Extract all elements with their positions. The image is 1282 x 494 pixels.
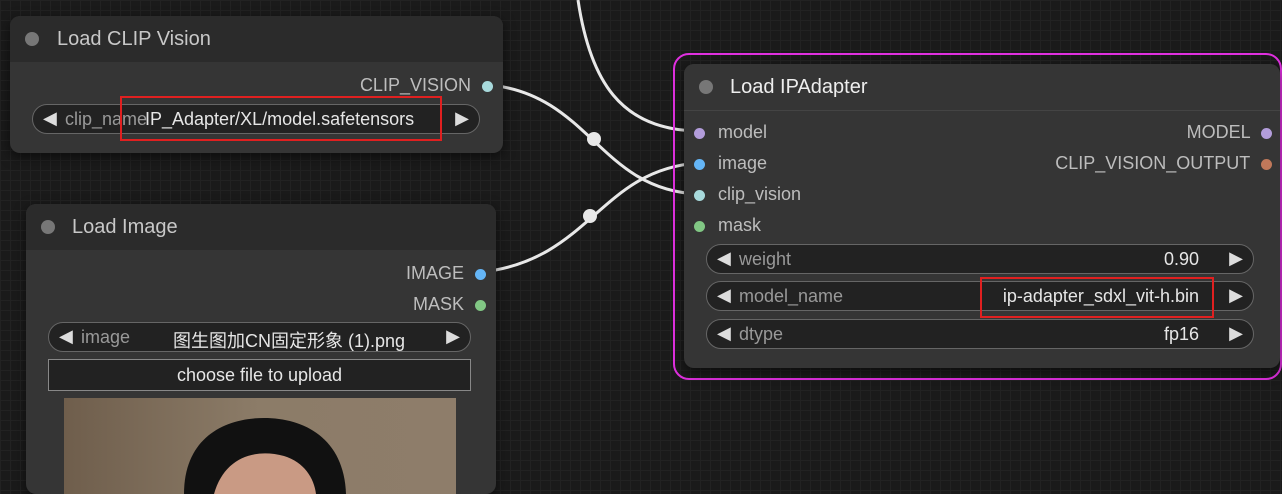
output-dot-icon[interactable] <box>475 299 486 311</box>
widget-value: 0.90 <box>1163 249 1199 269</box>
right-arrow-icon[interactable]: ▶ <box>1229 285 1243 306</box>
output-label: IMAGE <box>405 263 464 283</box>
load-ipadapter-node[interactable]: Load IPAdapter model image clip_vision m… <box>684 64 1280 368</box>
left-arrow-icon[interactable]: ◀ <box>43 108 57 129</box>
widget-label: image <box>81 327 131 347</box>
output-dot-icon[interactable] <box>475 268 486 280</box>
annotation-box <box>120 96 442 141</box>
right-arrow-icon[interactable]: ▶ <box>1229 248 1243 269</box>
node-title-bar[interactable]: Load CLIP Vision <box>10 16 503 62</box>
input-label: model <box>718 122 768 142</box>
dtype-combo[interactable]: ◀ dtype fp16 ▶ <box>706 319 1254 349</box>
output-label: MASK <box>412 294 464 314</box>
output-slot-mask[interactable]: MASK <box>413 294 486 315</box>
collapse-dot-icon[interactable] <box>699 80 713 94</box>
left-arrow-icon[interactable]: ◀ <box>717 248 731 269</box>
input-label: mask <box>718 215 762 235</box>
output-label: CLIP_VISION <box>359 75 471 95</box>
output-label: CLIP_VISION_OUTPUT <box>1055 153 1250 173</box>
input-slot-model[interactable]: model <box>694 122 767 143</box>
widget-label: model_name <box>739 286 844 306</box>
node-title: Load Image <box>72 216 178 238</box>
input-dot-icon[interactable] <box>694 189 705 201</box>
output-dot-icon[interactable] <box>482 80 493 92</box>
right-arrow-icon[interactable]: ▶ <box>446 326 460 347</box>
load-image-node[interactable]: Load Image IMAGE MASK ◀ image 图生图加CN固定形象… <box>26 204 496 494</box>
left-arrow-icon[interactable]: ◀ <box>717 323 731 344</box>
widget-value: fp16 <box>1163 324 1199 344</box>
weight-slider[interactable]: ◀ weight 0.90 ▶ <box>706 244 1254 274</box>
collapse-dot-icon[interactable] <box>41 220 55 234</box>
image-combo[interactable]: ◀ image 图生图加CN固定形象 (1).png ▶ <box>48 322 471 352</box>
input-label: image <box>718 153 768 173</box>
output-slot-image[interactable]: IMAGE <box>406 263 486 284</box>
node-title-bar[interactable]: Load IPAdapter <box>684 64 1280 110</box>
output-slot-clip-vision[interactable]: CLIP_VISION <box>360 75 493 96</box>
input-label: clip_vision <box>718 184 802 204</box>
left-arrow-icon[interactable]: ◀ <box>59 326 73 347</box>
input-slot-mask[interactable]: mask <box>694 215 761 236</box>
image-preview <box>64 398 456 494</box>
output-dot-icon[interactable] <box>1261 127 1272 139</box>
title-separator <box>684 110 1280 111</box>
node-title: Load IPAdapter <box>730 76 868 98</box>
output-dot-icon[interactable] <box>1261 158 1272 170</box>
link-image <box>481 161 699 274</box>
link-midpoint <box>583 209 597 223</box>
link-clip-vision <box>489 83 699 196</box>
output-slot-clip-vision-output[interactable]: CLIP_VISION_OUTPUT <box>1055 153 1272 174</box>
input-dot-icon[interactable] <box>694 220 705 232</box>
upload-button[interactable]: choose file to upload <box>48 359 471 391</box>
link-midpoint <box>587 132 601 146</box>
widget-label: dtype <box>739 324 784 344</box>
node-title: Load CLIP Vision <box>57 28 211 50</box>
widget-label: weight <box>739 249 792 269</box>
output-label: MODEL <box>1186 122 1250 142</box>
node-title-bar[interactable]: Load Image <box>26 204 496 250</box>
widget-value: 图生图加CN固定形象 (1).png <box>173 331 406 351</box>
portrait-hair <box>184 418 346 494</box>
output-slot-model[interactable]: MODEL <box>1187 122 1272 143</box>
left-arrow-icon[interactable]: ◀ <box>717 285 731 306</box>
right-arrow-icon[interactable]: ▶ <box>455 108 469 129</box>
collapse-dot-icon[interactable] <box>25 32 39 46</box>
input-dot-icon[interactable] <box>694 127 705 139</box>
annotation-box <box>980 277 1214 318</box>
right-arrow-icon[interactable]: ▶ <box>1229 323 1243 344</box>
input-slot-image[interactable]: image <box>694 153 767 174</box>
input-slot-clip-vision[interactable]: clip_vision <box>694 184 801 205</box>
input-dot-icon[interactable] <box>694 158 705 170</box>
